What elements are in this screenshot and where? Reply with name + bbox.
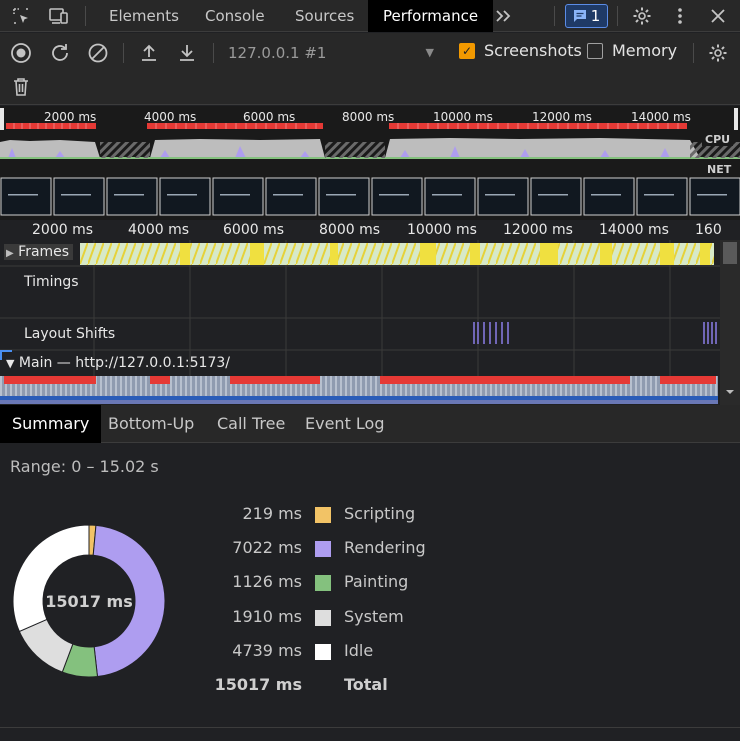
screenshot-filmstrip [0, 177, 740, 216]
main-track-header[interactable]: ▼ Main — http://127.0.0.1:5173/ [6, 355, 230, 371]
net-label: NET [704, 163, 735, 176]
summary-donut-chart: 15017 ms [12, 524, 166, 678]
flame-tick: 2000 ms [32, 222, 94, 238]
legend-swatch [315, 644, 331, 660]
main-track-label: Main — http://127.0.0.1:5173/ [18, 355, 230, 371]
overview-tick: 8000 ms [342, 110, 395, 124]
profile-select-value: 127.0.0.1 #1 [228, 44, 327, 62]
legend-value: 1126 ms [232, 572, 302, 591]
clear-icon[interactable] [86, 41, 110, 65]
legend-swatch [315, 541, 331, 557]
tab-elements[interactable]: Elements [109, 0, 179, 32]
tab-sources[interactable]: Sources [295, 0, 354, 32]
total-value: 15017 ms [214, 675, 302, 694]
message-icon [573, 10, 586, 22]
overview-tick: 4000 ms [144, 110, 197, 124]
triangle-right-icon: ▶ [6, 248, 14, 259]
legend-name: System [344, 607, 404, 626]
overview-tick: 14000 ms [631, 110, 691, 124]
flame-tick: 8000 ms [319, 222, 381, 238]
inspect-element-icon[interactable] [9, 4, 33, 28]
legend-row-rendering: 7022 ms Rendering [200, 538, 460, 560]
overview-tick: 6000 ms [243, 110, 296, 124]
settings-gear-icon[interactable] [630, 4, 654, 28]
overview-tick: 12000 ms [532, 110, 592, 124]
performance-toolbar: 127.0.0.1 #1 ▼ ✓ Screenshots Memory [0, 33, 740, 105]
trash-icon[interactable] [9, 75, 33, 99]
double-chevron-right-icon[interactable] [491, 4, 515, 28]
flame-tick: 160 [695, 222, 722, 238]
legend-value: 219 ms [242, 504, 302, 523]
tab-call-tree[interactable]: Call Tree [217, 405, 285, 443]
frames-track-label: Frames [18, 244, 70, 260]
legend-value: 4739 ms [232, 641, 302, 660]
timeline-overview[interactable]: 2000 ms 4000 ms 6000 ms 8000 ms 10000 ms… [0, 106, 740, 220]
record-icon[interactable] [9, 41, 33, 65]
layout-shifts-track-label[interactable]: Layout Shifts [24, 326, 115, 342]
legend-name: Painting [344, 572, 409, 591]
legend-swatch [315, 575, 331, 591]
legend-row-scripting: 219 ms Scripting [200, 504, 460, 526]
legend-value: 7022 ms [232, 538, 302, 557]
overview-tick: 2000 ms [44, 110, 97, 124]
kebab-menu-icon[interactable] [668, 4, 692, 28]
tab-event-log[interactable]: Event Log [305, 405, 385, 443]
tab-console[interactable]: Console [205, 0, 265, 32]
legend-swatch [315, 610, 331, 626]
total-label: Total [344, 675, 388, 694]
flame-tick: 12000 ms [503, 222, 573, 238]
cpu-label: CPU [702, 133, 734, 146]
legend-swatch [315, 507, 331, 523]
donut-slice-idle [12, 524, 90, 633]
devtools-tab-bar: Elements Console Sources Performance 1 [0, 0, 740, 32]
details-tab-bar: Summary Bottom-Up Call Tree Event Log [0, 405, 740, 443]
download-icon[interactable] [175, 41, 199, 65]
range-label: Range: 0 – 15.02 s [10, 457, 159, 476]
memory-checkbox[interactable] [587, 43, 603, 59]
donut-center-label: 15017 ms [45, 592, 132, 611]
timings-track-label[interactable]: Timings [24, 274, 79, 290]
memory-label: Memory [612, 41, 678, 60]
tab-bottom-up[interactable]: Bottom-Up [108, 405, 194, 443]
issues-button[interactable]: 1 [565, 4, 608, 28]
reload-record-icon[interactable] [48, 41, 72, 65]
capture-settings-gear-icon[interactable] [706, 41, 730, 65]
legend-name: Scripting [344, 504, 416, 523]
flame-tick: 4000 ms [128, 222, 190, 238]
overview-tick: 10000 ms [433, 110, 493, 124]
summary-panel: Range: 0 – 15.02 s 15017 ms 219 ms Scrip… [0, 444, 740, 741]
triangle-down-icon: ▼ [6, 357, 15, 370]
tab-summary[interactable]: Summary [0, 405, 102, 443]
legend-row-idle: 4739 ms Idle [200, 641, 460, 663]
close-icon[interactable] [706, 4, 730, 28]
legend-row-total: 15017 ms Total [200, 675, 460, 697]
frames-track-header[interactable]: ▶ Frames [4, 244, 74, 260]
flame-tick: 10000 ms [407, 222, 477, 238]
legend-value: 1910 ms [232, 607, 302, 626]
device-toolbar-icon[interactable] [47, 4, 71, 28]
tab-performance[interactable]: Performance [368, 0, 494, 32]
flame-chart[interactable]: 2000 ms 4000 ms 6000 ms 8000 ms 10000 ms… [0, 220, 740, 405]
legend-name: Rendering [344, 538, 426, 557]
legend-row-painting: 1126 ms Painting [200, 572, 460, 594]
footer-divider [0, 727, 740, 728]
caret-down-icon: ▼ [425, 46, 434, 59]
flame-graph [0, 240, 740, 405]
flame-tick: 14000 ms [599, 222, 669, 238]
flame-tick: 6000 ms [223, 222, 285, 238]
screenshots-checkbox[interactable]: ✓ [459, 43, 475, 59]
legend-name: Idle [344, 641, 374, 660]
legend-row-system: 1910 ms System [200, 607, 460, 629]
screenshots-label: Screenshots [484, 41, 582, 60]
profile-select[interactable]: 127.0.0.1 #1 ▼ [228, 41, 438, 65]
upload-icon[interactable] [137, 41, 161, 65]
issues-count: 1 [590, 7, 601, 25]
